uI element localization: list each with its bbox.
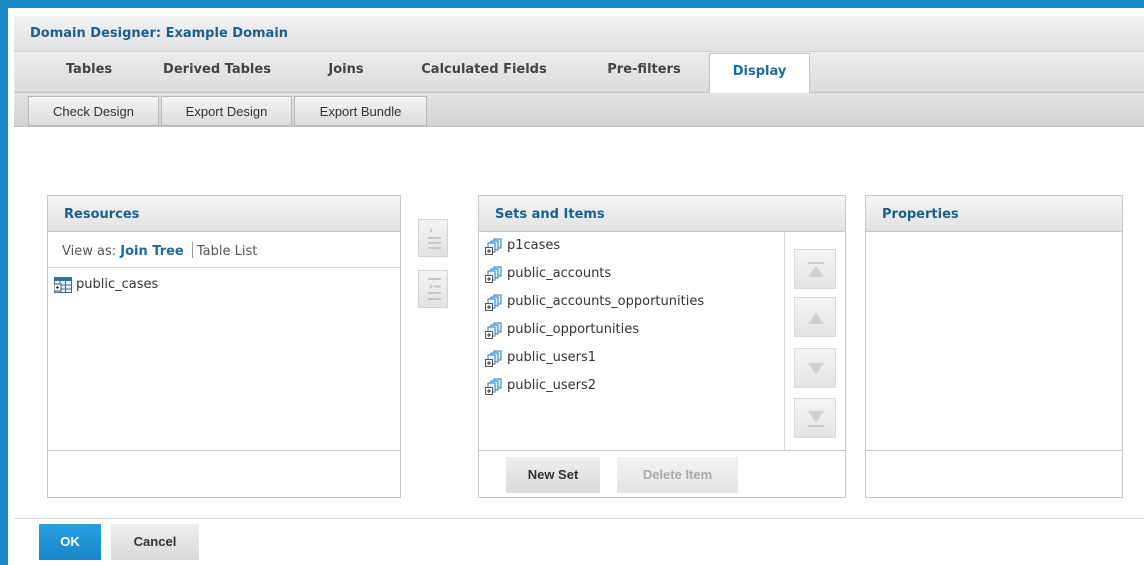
join-tree-link[interactable]: Join Tree: [120, 244, 184, 259]
set-icon: [485, 350, 505, 376]
add-to-sets-icon: [428, 228, 441, 249]
tab-calculated-fields[interactable]: Calculated Fields: [404, 52, 564, 93]
export-design-button[interactable]: Export Design: [161, 96, 292, 126]
sets-panel-header: Sets and Items: [479, 196, 845, 232]
tab-display[interactable]: Display: [709, 53, 810, 94]
window-frame-top: [0, 0, 1144, 8]
move-to-bottom-icon: [808, 411, 824, 427]
resources-panel-footer: [48, 450, 400, 497]
set-icon: [485, 238, 505, 264]
properties-panel-header: Properties: [866, 196, 1122, 232]
delete-item-button[interactable]: Delete Item: [617, 457, 738, 493]
set-item-label: public_accounts: [507, 266, 612, 281]
move-down-icon: [808, 363, 824, 375]
sets-panel: Sets and Items p1cases public_accounts p…: [478, 195, 846, 498]
move-to-top-icon: [808, 262, 824, 277]
sets-panel-footer: New Set Delete Item: [479, 450, 845, 497]
set-item-label: public_accounts_opportunities: [507, 294, 705, 309]
sets-title: Sets and Items: [495, 207, 605, 222]
tab-tables[interactable]: Tables: [44, 52, 134, 93]
table-list-link[interactable]: Table List: [197, 244, 257, 259]
toolbar: Check Design Export Design Export Bundle: [14, 93, 1144, 127]
set-icon: [485, 322, 505, 348]
title-bar: Domain Designer: Example Domain: [14, 16, 1144, 52]
ok-button[interactable]: OK: [39, 524, 101, 560]
window-title: Domain Designer: Example Domain: [30, 26, 289, 41]
add-all-to-sets-icon: [428, 278, 441, 300]
check-design-button[interactable]: Check Design: [28, 96, 159, 126]
set-item-label: public_users1: [507, 350, 597, 365]
export-bundle-button[interactable]: Export Bundle: [294, 96, 427, 126]
properties-panel-footer: [866, 450, 1122, 497]
add-to-sets-button[interactable]: [418, 219, 448, 257]
tab-derived-tables[interactable]: Derived Tables: [146, 52, 288, 93]
set-icon: [485, 378, 505, 404]
resources-title: Resources: [64, 207, 140, 222]
set-icon: [485, 294, 505, 320]
properties-panel: Properties: [865, 195, 1123, 498]
set-item-label: public_users2: [507, 378, 597, 393]
move-down-button[interactable]: [794, 348, 836, 388]
move-up-icon: [808, 312, 824, 324]
move-to-top-button[interactable]: [794, 249, 836, 289]
set-item-label: public_opportunities: [507, 322, 640, 337]
add-all-to-sets-button[interactable]: [418, 270, 448, 308]
resources-panel-header: Resources: [48, 196, 400, 232]
resources-panel: Resources View as: Join Tree Table List …: [47, 195, 401, 498]
footer-divider: [14, 518, 1144, 519]
resource-item-label: public_cases: [76, 277, 159, 292]
move-to-bottom-button[interactable]: [794, 398, 836, 438]
tab-bar: Tables Derived Tables Joins Calculated F…: [14, 52, 1144, 94]
move-up-button[interactable]: [794, 297, 836, 337]
cancel-button[interactable]: Cancel: [111, 524, 199, 560]
view-as-bar: View as: Join Tree Table List: [48, 232, 400, 268]
tab-pre-filters[interactable]: Pre-filters: [584, 52, 704, 93]
window-frame-left: [0, 0, 8, 565]
set-item-label: p1cases: [507, 238, 561, 253]
properties-title: Properties: [882, 207, 959, 222]
view-as-label: View as:: [62, 244, 117, 259]
view-as-separator: [191, 242, 193, 258]
new-set-button[interactable]: New Set: [506, 457, 600, 493]
set-icon: [485, 266, 505, 292]
join-table-icon: [53, 277, 72, 301]
sets-list[interactable]: p1cases public_accounts public_accounts_…: [479, 232, 785, 451]
tab-joins[interactable]: Joins: [308, 52, 384, 93]
